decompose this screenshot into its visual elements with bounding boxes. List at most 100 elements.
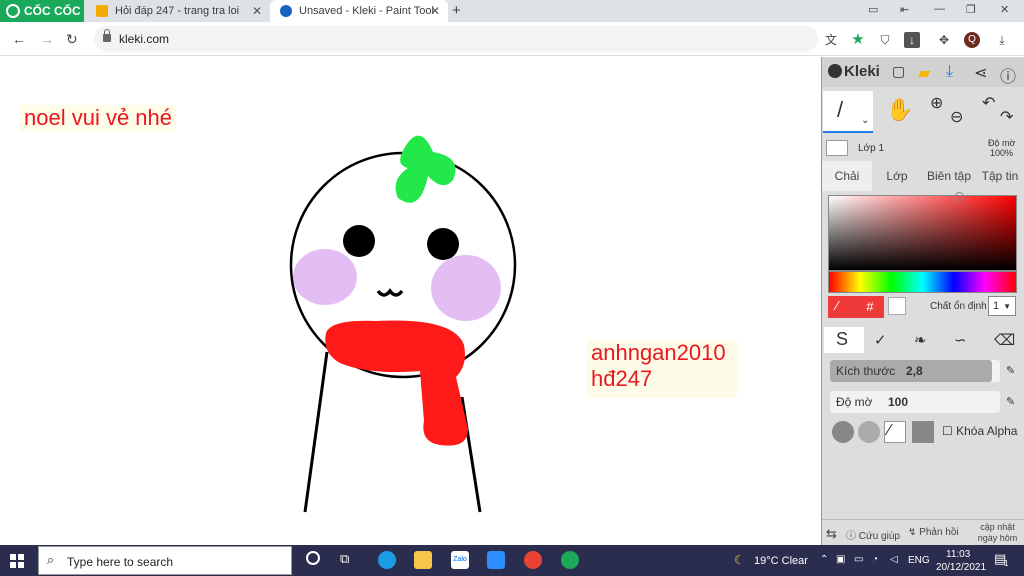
coccoc-logo[interactable]: CỐC CỐC: [0, 0, 84, 22]
zalo-icon[interactable]: Zalo: [451, 551, 469, 569]
weather-text[interactable]: 19°C Clear: [754, 555, 808, 567]
url-text[interactable]: kleki.com: [119, 32, 169, 46]
size-slider[interactable]: Kích thước 2,8: [830, 360, 1000, 382]
layer-opacity-value: 100%: [990, 148, 1014, 158]
zoom-in-icon[interactable]: ⊕: [930, 93, 943, 113]
right-eye: [427, 228, 459, 260]
panel-tabs: Chải Lớp Biên tập Tập tin: [822, 161, 1024, 191]
start-button[interactable]: [10, 554, 24, 568]
reload-icon[interactable]: ↻: [66, 31, 78, 48]
undo-icon[interactable]: ↶: [982, 93, 995, 113]
clock-time[interactable]: 11:03: [946, 549, 970, 560]
tool-row: / ⌄ ✋ ⊕ ⊖ ↶ ↷: [822, 91, 1024, 133]
tray-app-icon[interactable]: ▣: [836, 554, 845, 565]
cortana-icon[interactable]: [306, 551, 320, 565]
pixel-brush-icon[interactable]: ∽: [954, 331, 967, 349]
task-view-icon[interactable]: ⧉: [340, 551, 349, 567]
share-icon[interactable]: ⋖: [974, 63, 987, 83]
weather-moon-icon[interactable]: ☾: [734, 553, 745, 567]
shield-icon[interactable]: ⛉: [877, 32, 893, 48]
brush-opacity-slider[interactable]: Độ mờ 100: [830, 391, 1000, 413]
tab-file[interactable]: Tập tin: [976, 161, 1024, 191]
eraser-icon[interactable]: ⌫: [994, 331, 1015, 349]
tab-hoidap247[interactable]: Hỏi đáp 247 - trang tra loi ✕: [86, 0, 270, 22]
save-icon[interactable]: ⤓: [946, 63, 953, 81]
bookmark-star-icon[interactable]: ★: [850, 32, 866, 48]
forward-icon[interactable]: →: [40, 31, 54, 47]
coccoc-taskbar-icon[interactable]: [561, 551, 579, 569]
restore-icon[interactable]: ⇤: [900, 3, 909, 16]
brush-tool-button[interactable]: / ⌄: [823, 91, 873, 133]
lock-alpha-checkbox[interactable]: ☐ Khóa Alpha: [942, 424, 1017, 438]
blend-brush-icon[interactable]: ✓: [874, 331, 887, 349]
volume-icon[interactable]: ◁: [890, 554, 898, 565]
color-saturation-picker[interactable]: [828, 192, 1017, 271]
chrome-icon[interactable]: [524, 551, 542, 569]
tab-layer[interactable]: Lớp: [872, 161, 922, 191]
swap-sides-icon[interactable]: ⇆: [826, 526, 837, 542]
language-indicator[interactable]: ENG: [908, 555, 930, 566]
drawing-canvas[interactable]: noel vui vẻ nhé anhngan2010 hđ247: [0, 57, 821, 545]
download-icon[interactable]: ↓: [904, 32, 920, 48]
extensions-icon[interactable]: ✥: [936, 32, 952, 48]
feedback-link[interactable]: ↯ Phản hồi: [908, 527, 959, 538]
hue-slider[interactable]: [828, 271, 1017, 293]
notification-count: 1: [1004, 559, 1009, 568]
minimize-icon[interactable]: —: [934, 3, 945, 15]
tab-edit[interactable]: Biên tập: [922, 161, 976, 191]
edit-size-icon[interactable]: ✎: [1006, 364, 1015, 377]
hand-tool-icon[interactable]: ✋: [886, 97, 913, 123]
hex-input-button[interactable]: #: [856, 296, 884, 318]
stabilizer-select[interactable]: 1 ▼: [988, 296, 1016, 316]
help-link[interactable]: ⓘ Cứu giúp: [846, 527, 900, 542]
brush-opacity-label: Độ mờ: [836, 395, 873, 409]
eyedropper-icon: ⁄: [836, 298, 839, 313]
secondary-color-swatch[interactable]: [888, 297, 906, 315]
downloads-icon[interactable]: ⤓: [994, 32, 1010, 48]
tab-kleki[interactable]: Unsaved - Kleki - Paint Tool ✕: [270, 0, 448, 22]
translate-icon[interactable]: 文: [823, 32, 839, 48]
maximize-icon[interactable]: ❐: [966, 3, 976, 16]
lock-icon[interactable]: [103, 29, 111, 42]
pen-brush-button[interactable]: S: [824, 327, 864, 353]
file-explorer-icon[interactable]: [414, 551, 432, 569]
snowman-drawing: [289, 135, 517, 513]
brush-opacity-value: 100: [888, 395, 909, 409]
clock-date[interactable]: 20/12/2021: [936, 562, 986, 573]
close-tab-icon[interactable]: ✕: [252, 4, 262, 18]
tray-chevron-icon[interactable]: ⌃: [820, 554, 828, 565]
square-shape[interactable]: [912, 421, 934, 443]
zoom-icon[interactable]: [487, 551, 505, 569]
size-value: 2,8: [906, 364, 923, 378]
taskbar-search-box[interactable]: ⌕ Type here to search: [38, 546, 292, 575]
left-cheek: [293, 249, 357, 305]
new-image-icon[interactable]: ▢: [892, 63, 905, 80]
close-window-icon[interactable]: ✕: [1000, 3, 1009, 16]
wifi-icon[interactable]: ◔: [872, 554, 878, 565]
color-picker-handle[interactable]: [955, 192, 964, 201]
round-soft-shape[interactable]: [858, 421, 880, 443]
round-hard-shape[interactable]: [832, 421, 854, 443]
profile-avatar[interactable]: Q: [964, 32, 980, 48]
close-tab-icon[interactable]: ✕: [430, 4, 440, 18]
open-folder-icon[interactable]: ▰: [918, 63, 930, 83]
browser-tab-strip: CỐC CỐC Hỏi đáp 247 - trang tra loi ✕ Un…: [0, 0, 1024, 22]
layer-row[interactable]: Lớp 1 Độ mờ 100%: [822, 137, 1024, 161]
kleki-logo[interactable]: Kleki: [828, 63, 880, 80]
tab-search-icon[interactable]: ▭: [868, 3, 878, 16]
tab-brush[interactable]: Chải: [822, 161, 872, 191]
sketchy-brush-icon[interactable]: ❧: [914, 331, 927, 349]
battery-icon[interactable]: ▭: [854, 554, 863, 565]
back-icon[interactable]: ←: [12, 31, 26, 47]
zoom-out-icon[interactable]: ⊖: [950, 107, 963, 127]
help-icon[interactable]: ⓘ: [1000, 63, 1016, 87]
new-tab-button[interactable]: +: [452, 2, 461, 19]
eyedropper-button[interactable]: ⁄: [828, 296, 856, 318]
edge-icon[interactable]: [378, 551, 396, 569]
chisel-shape[interactable]: ⁄: [884, 421, 906, 443]
chevron-down-icon[interactable]: ⌄: [861, 115, 869, 126]
brush-shape-row: ⁄ ☐ Khóa Alpha: [830, 421, 1024, 445]
edit-opacity-icon[interactable]: ✎: [1006, 395, 1015, 408]
redo-icon[interactable]: ↷: [1000, 107, 1013, 127]
address-bar[interactable]: kleki.com: [94, 26, 818, 52]
